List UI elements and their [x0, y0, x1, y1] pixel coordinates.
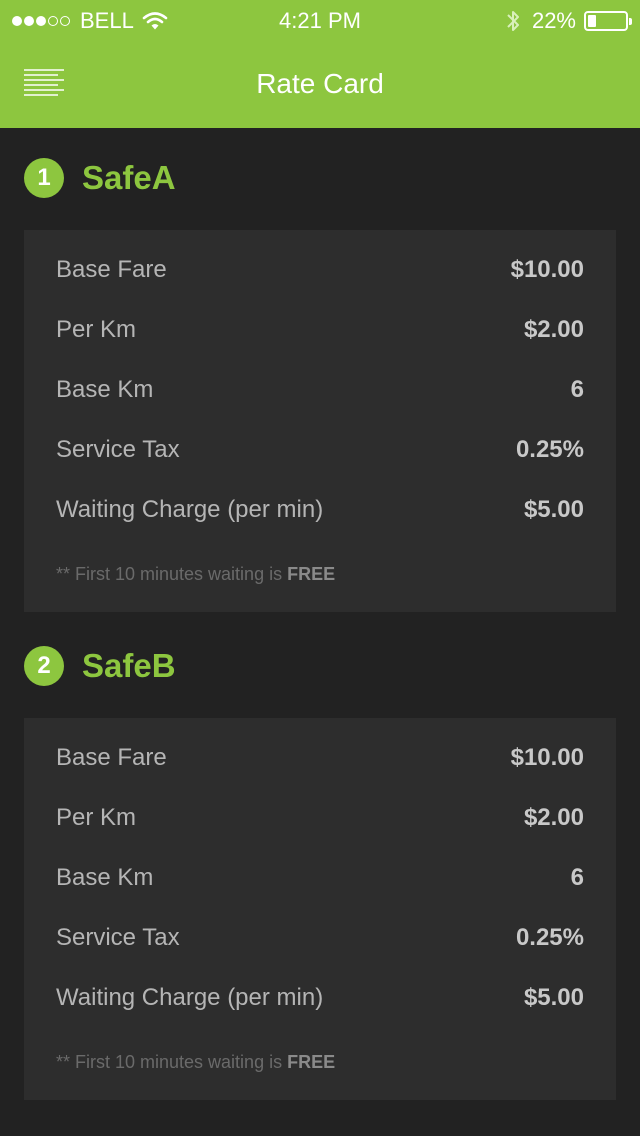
rate-row-per-km: Per Km $2.00	[56, 798, 584, 838]
rate-value: $2.00	[523, 804, 584, 831]
section-number-badge: 2	[24, 646, 64, 686]
rate-label: Waiting Charge (per min)	[56, 984, 324, 1011]
rate-label: Per Km	[56, 316, 137, 343]
waiting-note-free: FREE	[287, 564, 336, 584]
waiting-note-text: ** First 10 minutes waiting is	[56, 564, 283, 584]
rate-value: $2.00	[523, 316, 584, 343]
rate-label: Base Km	[56, 864, 154, 891]
section-header-safeb: 2 SafeB	[24, 646, 176, 686]
section-title: SafeB	[82, 647, 176, 684]
rate-label: Base Fare	[56, 744, 167, 771]
rate-value: $5.00	[523, 496, 584, 523]
section-title: SafeA	[82, 159, 176, 196]
rate-label: Base Fare	[56, 256, 167, 283]
rate-card-safeb: Base Fare $10.00 Per Km $2.00 Base Km 6 …	[24, 718, 616, 1100]
nav-bar: Rate Card	[0, 40, 640, 128]
rate-row-per-km: Per Km $2.00	[56, 310, 584, 350]
rate-row-base-fare: Base Fare $10.00	[56, 738, 584, 778]
bluetooth-icon	[507, 11, 519, 31]
rate-row-base-km: Base Km 6	[56, 858, 584, 898]
rate-value: $10.00	[510, 744, 584, 771]
status-right: 22%	[506, 8, 632, 34]
rate-row-service-tax: Service Tax 0.25%	[56, 918, 584, 958]
waiting-note: ** First 10 minutes waiting is FREE	[56, 564, 335, 585]
rate-value: 0.25%	[515, 924, 584, 951]
rate-row-service-tax: Service Tax 0.25%	[56, 430, 584, 470]
rate-row-base-fare: Base Fare $10.00	[56, 250, 584, 290]
rate-label: Waiting Charge (per min)	[56, 496, 324, 523]
page-title: Rate Card	[256, 68, 384, 99]
rate-row-base-km: Base Km 6	[56, 370, 584, 410]
rate-card-safea: Base Fare $10.00 Per Km $2.00 Base Km 6 …	[24, 230, 616, 612]
status-bar: BELL 4:21 PM 22%	[0, 0, 640, 40]
rate-value: $5.00	[523, 984, 584, 1011]
waiting-note-free: FREE	[287, 1052, 336, 1072]
battery-icon	[584, 11, 632, 31]
rate-value: $10.00	[510, 256, 584, 283]
section-number-badge: 1	[24, 158, 64, 198]
section-header-safea: 1 SafeA	[24, 158, 176, 198]
waiting-note-text: ** First 10 minutes waiting is	[56, 1052, 283, 1072]
rate-label: Service Tax	[56, 436, 180, 463]
rate-row-waiting-charge: Waiting Charge (per min) $5.00	[56, 978, 584, 1018]
rate-label: Per Km	[56, 804, 137, 831]
rate-label: Base Km	[56, 376, 154, 403]
battery-fill	[588, 15, 596, 27]
rate-value: 0.25%	[515, 436, 584, 463]
rate-value: 6	[570, 864, 584, 891]
battery-percent: 22%	[531, 8, 576, 33]
rate-row-waiting-charge: Waiting Charge (per min) $5.00	[56, 490, 584, 530]
rate-value: 6	[570, 376, 584, 403]
waiting-note: ** First 10 minutes waiting is FREE	[56, 1052, 335, 1073]
rate-label: Service Tax	[56, 924, 180, 951]
